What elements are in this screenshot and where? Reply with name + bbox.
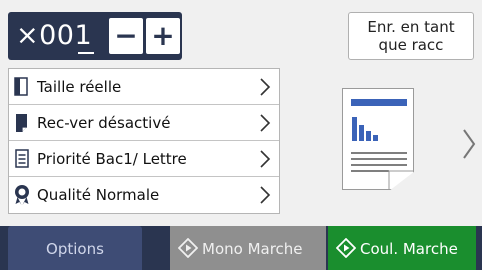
shortcut-label-line2: que racc bbox=[378, 36, 444, 54]
minus-icon: − bbox=[114, 19, 138, 52]
setting-row-tray[interactable]: Priorité Bac1/ Lettre bbox=[9, 141, 279, 177]
chevron-right-icon bbox=[260, 78, 271, 96]
chevron-right-icon[interactable] bbox=[462, 128, 476, 160]
mono-start-button[interactable]: Mono Marche bbox=[170, 226, 326, 270]
options-button[interactable]: Options bbox=[8, 226, 142, 270]
setting-row-quality[interactable]: Qualité Normale bbox=[9, 177, 279, 213]
decrease-copies-button[interactable]: − bbox=[109, 18, 143, 54]
setting-row-duplex[interactable]: Rec-ver désactivé bbox=[9, 105, 279, 141]
color-start-label: Coul. Marche bbox=[360, 240, 458, 258]
setting-label: Priorité Bac1/ Lettre bbox=[37, 149, 187, 168]
tray-icon bbox=[9, 141, 37, 177]
color-start-button[interactable]: Coul. Marche bbox=[328, 226, 476, 270]
start-icon bbox=[178, 238, 198, 258]
chevron-right-icon bbox=[260, 150, 271, 168]
plus-icon: + bbox=[151, 19, 175, 52]
document-preview-icon bbox=[342, 88, 415, 191]
mono-start-label: Mono Marche bbox=[202, 240, 303, 258]
setting-label: Taille réelle bbox=[37, 77, 122, 96]
save-as-shortcut-button[interactable]: Enr. en tant que racc bbox=[348, 12, 474, 60]
copies-value[interactable]: ×001 bbox=[8, 12, 104, 60]
setting-row-size[interactable]: Taille réelle bbox=[9, 69, 279, 105]
chevron-right-icon bbox=[260, 114, 271, 132]
increase-copies-button[interactable]: + bbox=[146, 18, 180, 54]
page-size-icon bbox=[9, 69, 37, 105]
shortcut-label-line1: Enr. en tant bbox=[367, 18, 455, 36]
start-icon bbox=[336, 238, 356, 258]
settings-list: Taille réelle Rec-ver désactivé Priorité… bbox=[8, 68, 280, 214]
duplex-icon bbox=[9, 105, 37, 141]
copies-counter: ×001 − + bbox=[8, 12, 182, 60]
quality-ribbon-icon bbox=[9, 177, 37, 213]
bottom-bar-edge bbox=[476, 226, 482, 270]
chevron-right-icon bbox=[260, 186, 271, 204]
setting-label: Rec-ver désactivé bbox=[37, 113, 171, 132]
setting-label: Qualité Normale bbox=[37, 186, 160, 204]
